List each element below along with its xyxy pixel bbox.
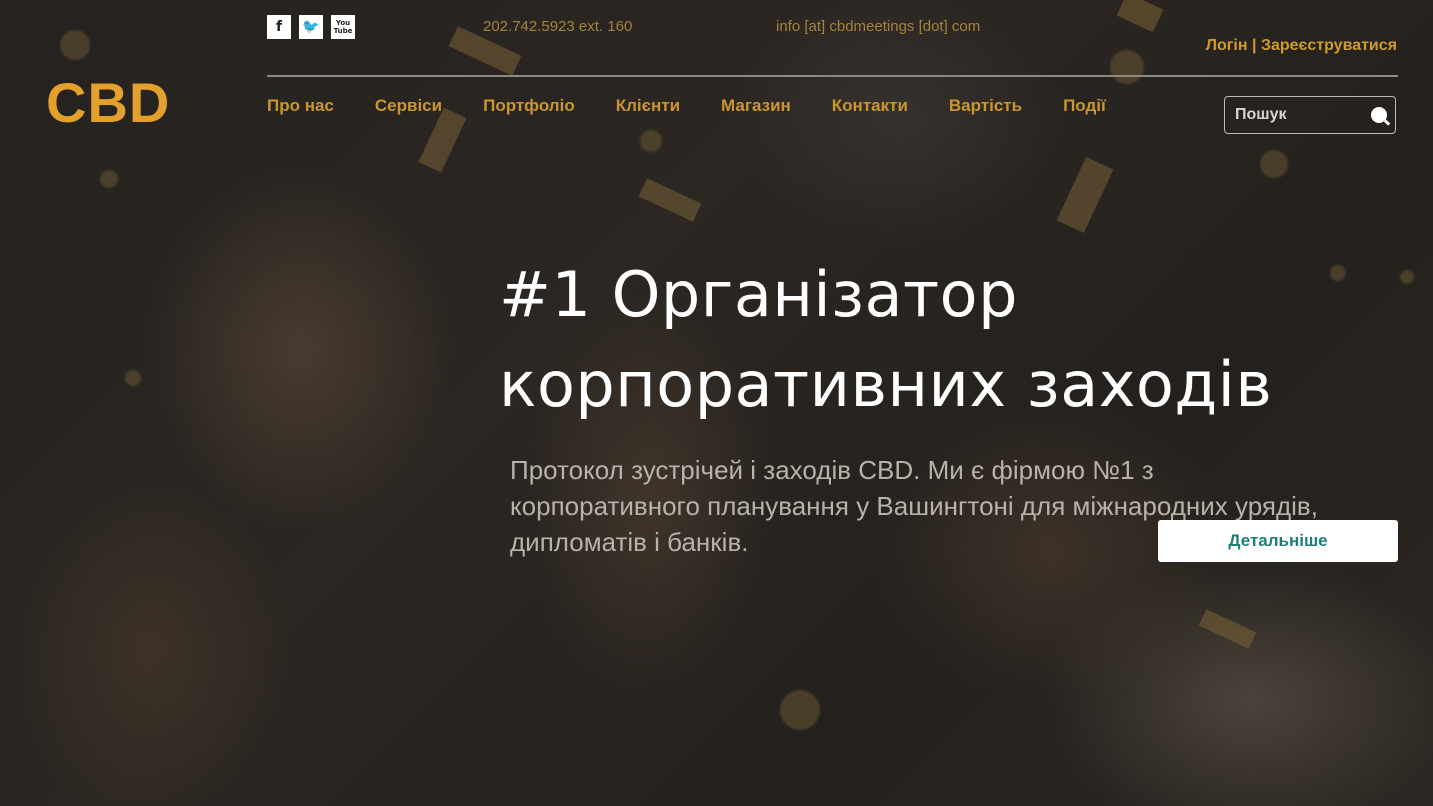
hero-headline-line1: #1 Організатор	[499, 258, 1018, 331]
auth-links: Логін | Зареєструватися	[1206, 37, 1397, 55]
search-box	[1224, 96, 1396, 134]
search-icon[interactable]	[1371, 107, 1387, 123]
site-logo[interactable]: CBD	[46, 70, 170, 135]
contact-phone[interactable]: 202.742.5923 ext. 160	[483, 18, 632, 35]
youtube-icon[interactable]: You Tube	[331, 15, 355, 39]
facebook-icon[interactable]: f	[267, 15, 291, 39]
nav-item-contacts[interactable]: Контакти	[832, 96, 908, 116]
nav-item-shop[interactable]: Магазин	[721, 96, 791, 116]
nav-item-services[interactable]: Сервіси	[375, 96, 442, 116]
nav-item-events[interactable]: Події	[1063, 96, 1106, 116]
learn-more-button[interactable]: Детальніше	[1158, 520, 1398, 562]
contact-email[interactable]: info [at] cbdmeetings [dot] com	[776, 18, 980, 35]
auth-separator: |	[1252, 37, 1257, 54]
login-link[interactable]: Логін	[1206, 37, 1248, 54]
hero-headline-line2: корпоративних заходів	[499, 348, 1273, 421]
twitter-icon[interactable]: 🐦	[299, 15, 323, 39]
register-link[interactable]: Зареєструватися	[1261, 37, 1397, 54]
nav-item-pricing[interactable]: Вартість	[949, 96, 1022, 116]
social-links: f 🐦 You Tube	[267, 15, 355, 39]
main-navigation: Про нас Сервіси Портфоліо Клієнти Магази…	[267, 96, 1147, 116]
hero-headline: #1 Організатор корпоративних заходів	[499, 250, 1272, 430]
nav-item-portfolio[interactable]: Портфоліо	[483, 96, 575, 116]
nav-item-clients[interactable]: Клієнти	[616, 96, 680, 116]
search-input[interactable]	[1233, 105, 1367, 125]
nav-item-about[interactable]: Про нас	[267, 96, 334, 116]
header-divider	[267, 75, 1398, 77]
